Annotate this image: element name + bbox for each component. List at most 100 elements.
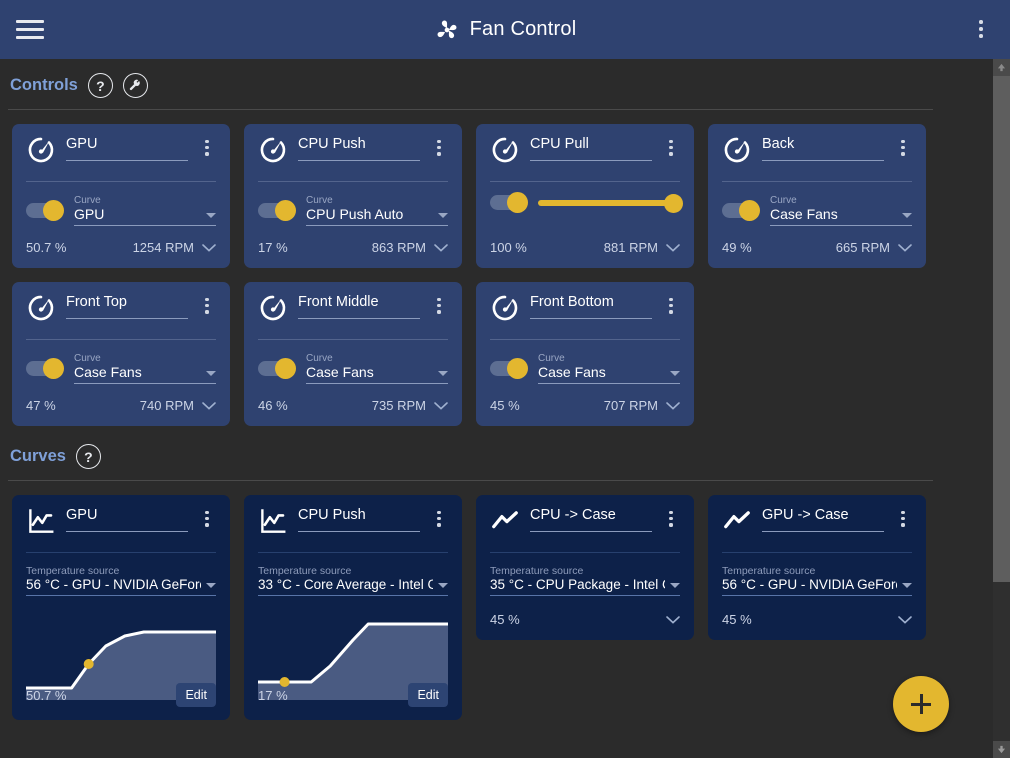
gauge-icon [28, 137, 54, 163]
scroll-down-button[interactable] [993, 741, 1010, 758]
kebab-dot [437, 517, 441, 521]
vertical-scrollbar[interactable] [993, 59, 1010, 758]
curve-expand-icon[interactable] [898, 615, 912, 624]
kebab-dot [901, 517, 905, 521]
control-name-field[interactable]: CPU Push [298, 134, 420, 161]
control-card: Front Middle Curve Case Fans 46 % 735 RP… [244, 282, 462, 426]
control-expand-icon[interactable] [666, 243, 680, 252]
kebab-dot [669, 517, 673, 521]
curve-menu-icon[interactable] [198, 505, 216, 527]
control-curve-row: Curve Case Fans [490, 353, 680, 384]
control-curve-row: Curve Case Fans [722, 195, 912, 226]
curve-name: GPU [66, 507, 98, 523]
curve-card-footer: 50.7 % Edit [26, 683, 216, 707]
control-expand-icon[interactable] [434, 243, 448, 252]
controls-grid: GPU Curve GPU 50.7 % 1254 RPM CPU Push C… [0, 110, 993, 426]
controls-section-title: Controls [10, 76, 78, 94]
kebab-dot [901, 523, 905, 527]
control-card-header: CPU Pull [490, 134, 680, 172]
curve-menu-icon[interactable] [430, 505, 448, 527]
temperature-source-select[interactable]: Temperature source 56 °C - GPU - NVIDIA … [26, 565, 216, 596]
control-name-field[interactable]: Front Top [66, 292, 188, 319]
edit-button[interactable]: Edit [408, 683, 448, 707]
control-enable-toggle[interactable] [490, 192, 528, 213]
chevron-down-icon [206, 213, 216, 218]
control-name-field[interactable]: Back [762, 134, 884, 161]
chevron-down-icon [902, 583, 912, 588]
control-expand-icon[interactable] [898, 243, 912, 252]
control-expand-icon[interactable] [202, 401, 216, 410]
control-enable-toggle[interactable] [26, 358, 64, 379]
control-name-field[interactable]: Front Middle [298, 292, 420, 319]
control-menu-icon[interactable] [430, 292, 448, 314]
control-enable-toggle[interactable] [258, 358, 296, 379]
control-menu-icon[interactable] [198, 292, 216, 314]
curve-select[interactable]: Curve Case Fans [74, 353, 216, 384]
curve-select[interactable]: Curve Case Fans [770, 195, 912, 226]
gauge-icon [258, 135, 288, 165]
scrollbar-thumb[interactable] [993, 59, 1010, 582]
control-enable-toggle[interactable] [490, 358, 528, 379]
speed-slider[interactable] [538, 193, 683, 213]
card-separator [258, 339, 448, 340]
curve-select[interactable]: Curve GPU [74, 195, 216, 226]
field-underline [66, 318, 188, 319]
control-menu-icon[interactable] [894, 134, 912, 156]
help-circle-icon[interactable]: ? [87, 73, 113, 98]
control-name-field[interactable]: GPU [66, 134, 188, 161]
control-expand-icon[interactable] [434, 401, 448, 410]
curve-menu-icon[interactable] [662, 505, 680, 527]
temperature-source-select[interactable]: Temperature source 35 °C - CPU Package -… [490, 565, 680, 596]
wrench-circle-icon[interactable] [122, 73, 148, 98]
curve-name-field[interactable]: CPU Push [298, 505, 420, 532]
curve-card-header: CPU -> Case [490, 505, 680, 543]
control-menu-icon[interactable] [430, 134, 448, 156]
control-expand-icon[interactable] [666, 401, 680, 410]
add-button[interactable] [893, 676, 949, 732]
control-rpm: 881 RPM [603, 240, 658, 255]
kebab-dot [669, 140, 673, 144]
temperature-source-select[interactable]: Temperature source 33 °C - Core Average … [258, 565, 448, 596]
control-card-header: CPU Push [258, 134, 448, 172]
overflow-menu-icon[interactable] [966, 14, 996, 44]
curve-select[interactable]: Curve Case Fans [538, 353, 680, 384]
control-name-field[interactable]: CPU Pull [530, 134, 652, 161]
help-circle-icon[interactable]: ? [75, 444, 101, 469]
curve-menu-icon[interactable] [894, 505, 912, 527]
curve-select[interactable]: Curve CPU Push Auto [306, 195, 448, 226]
curve-select[interactable]: Curve Case Fans [306, 353, 448, 384]
curve-name: CPU -> Case [530, 507, 616, 523]
card-separator [490, 339, 680, 340]
control-enable-toggle[interactable] [722, 200, 760, 221]
control-expand-icon[interactable] [202, 243, 216, 252]
field-underline [530, 531, 652, 532]
control-menu-icon[interactable] [198, 134, 216, 156]
chevron-down-icon [206, 371, 216, 376]
curves-section-title: Curves [10, 447, 66, 465]
curve-name-field[interactable]: GPU [66, 505, 188, 532]
control-curve-row: Curve Case Fans [26, 353, 216, 384]
temperature-source-select[interactable]: Temperature source 56 °C - GPU - NVIDIA … [722, 565, 912, 596]
control-name: Front Middle [298, 294, 379, 310]
slider-track [538, 199, 680, 206]
scroll-up-button[interactable] [993, 59, 1010, 76]
title-bar: Fan Control [0, 0, 1010, 59]
slider-thumb[interactable] [664, 193, 683, 213]
field-underline [770, 225, 912, 226]
curve-name-field[interactable]: GPU -> Case [762, 505, 884, 532]
control-name-field[interactable]: Front Bottom [530, 292, 652, 319]
edit-button[interactable]: Edit [176, 683, 216, 707]
card-separator [26, 181, 216, 182]
curves-section-header: Curves ? [0, 426, 993, 469]
curve-card-header: GPU [26, 505, 216, 543]
control-enable-toggle[interactable] [26, 200, 64, 221]
curve-select-label: Curve [306, 195, 333, 206]
kebab-dot [901, 152, 905, 156]
kebab-dot [979, 27, 983, 31]
curve-name-field[interactable]: CPU -> Case [530, 505, 652, 532]
curve-expand-icon[interactable] [666, 615, 680, 624]
control-menu-icon[interactable] [662, 134, 680, 156]
field-underline [298, 160, 420, 161]
control-enable-toggle[interactable] [258, 200, 296, 221]
control-menu-icon[interactable] [662, 292, 680, 314]
